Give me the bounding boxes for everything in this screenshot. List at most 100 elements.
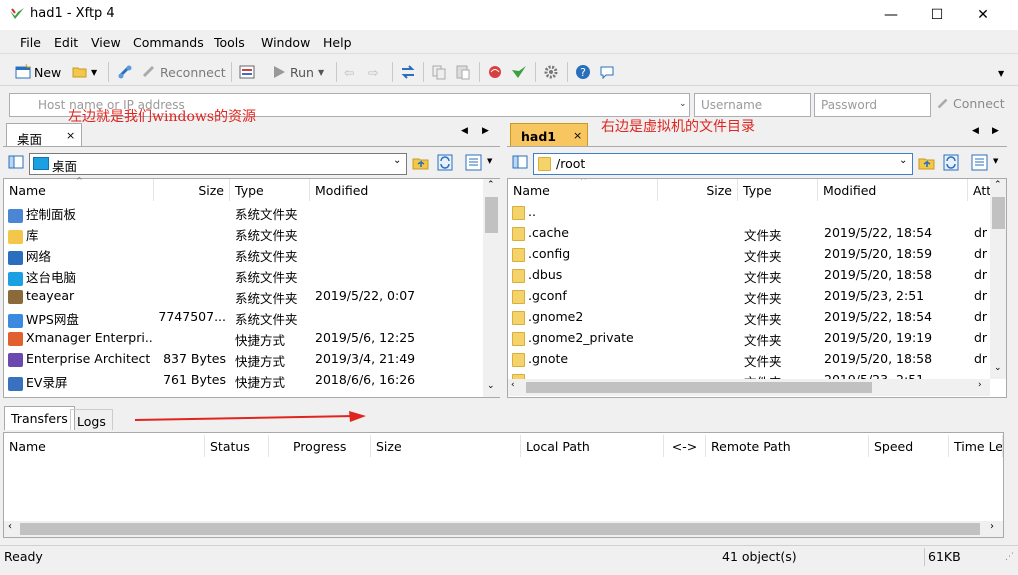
sync-button[interactable] — [400, 63, 419, 81]
col-type[interactable]: Type — [738, 179, 818, 201]
refresh-icon[interactable] — [943, 154, 959, 171]
remote-path-input[interactable]: /root — [533, 153, 913, 175]
col-time-left[interactable]: Time Left — [949, 435, 1003, 457]
menu-view[interactable]: View — [91, 35, 121, 50]
scroll-left-icon[interactable]: ‹ — [511, 380, 515, 390]
scroll-thumb[interactable] — [485, 197, 498, 233]
username-input[interactable]: Username — [694, 93, 811, 117]
menu-commands[interactable]: Commands — [133, 35, 204, 50]
col-speed[interactable]: Speed — [869, 435, 949, 457]
remote-vertical-scrollbar[interactable]: ⌃ ⌄ — [990, 179, 1006, 379]
list-item[interactable]: .gnome2 文件夹 2019/5/22, 18:54 dr — [508, 307, 990, 328]
menu-window[interactable]: Window — [261, 35, 310, 50]
password-input[interactable]: Password — [814, 93, 931, 117]
scroll-right-icon[interactable]: › — [978, 380, 982, 390]
copy-button[interactable] — [431, 63, 450, 81]
scroll-up-icon[interactable]: ⌃ — [994, 180, 1002, 190]
chat-button[interactable] — [599, 63, 618, 81]
list-item[interactable]: .gnote 文件夹 2019/5/20, 18:58 dr — [508, 349, 990, 370]
list-item[interactable]: .dbus 文件夹 2019/5/20, 18:58 dr — [508, 265, 990, 286]
list-item[interactable]: .gnome2_private 文件夹 2019/5/20, 19:19 dr — [508, 328, 990, 349]
col-progress[interactable]: Progress — [269, 435, 371, 457]
disconnect-button[interactable] — [117, 63, 136, 81]
reconnect-button[interactable]: Reconnect — [141, 63, 226, 81]
list-item[interactable]: .. — [508, 202, 990, 223]
toolbar-overflow-icon[interactable]: ▼ — [998, 69, 1004, 78]
scroll-down-icon[interactable]: ⌄ — [994, 363, 1002, 373]
xshell-button[interactable] — [487, 63, 506, 81]
scroll-up-icon[interactable]: ⌃ — [487, 180, 495, 190]
path-dropdown-icon[interactable]: ⌄ — [393, 155, 401, 166]
view-mode-dropdown-icon[interactable]: ▼ — [487, 157, 492, 165]
open-session-button[interactable]: ▼ — [72, 63, 97, 81]
hscroll-thumb[interactable] — [20, 523, 980, 535]
connect-button[interactable]: Connect — [936, 96, 1005, 111]
menu-edit[interactable]: Edit — [54, 35, 78, 50]
col-modified[interactable]: Modified — [818, 179, 968, 201]
forward-button[interactable]: ⇨ — [368, 63, 378, 81]
col-size[interactable]: Size — [154, 179, 230, 201]
paste-button[interactable] — [455, 63, 474, 81]
menu-file[interactable]: File — [20, 35, 41, 50]
host-dropdown-icon[interactable]: ⌄ — [679, 99, 687, 109]
col-size[interactable]: Size — [371, 435, 521, 457]
run-button[interactable]: Run ▼ — [271, 63, 324, 81]
list-item[interactable]: EV录屏 761 Bytes 快捷方式 2018/6/6, 16:26 — [4, 370, 482, 391]
list-item[interactable]: 网络 系统文件夹 — [4, 244, 482, 265]
tab-close-icon[interactable]: × — [66, 129, 75, 142]
maximize-button[interactable]: ☐ — [914, 0, 960, 30]
transfer-horizontal-scrollbar[interactable]: ‹ › — [4, 521, 1003, 537]
pane-layout-icon[interactable] — [512, 155, 528, 169]
list-item[interactable]: .cache 文件夹 2019/5/22, 18:54 dr — [508, 223, 990, 244]
list-item[interactable]: .config 文件夹 2019/5/20, 18:59 dr — [508, 244, 990, 265]
col-type[interactable]: Type — [230, 179, 310, 201]
scroll-right-icon[interactable]: › — [990, 521, 994, 532]
new-session-button[interactable]: New — [15, 63, 61, 81]
local-path-input[interactable]: 桌面 — [29, 153, 407, 175]
scroll-thumb[interactable] — [992, 197, 1005, 229]
path-dropdown-icon[interactable]: ⌄ — [899, 155, 907, 166]
pane-layout-icon[interactable] — [8, 155, 24, 169]
tab-scroll-right-icon[interactable]: ▶ — [992, 126, 999, 136]
xftp-button[interactable] — [511, 63, 530, 81]
col-attributes[interactable]: Att — [968, 179, 992, 201]
list-item[interactable]: Enterprise Architect 837 Bytes 快捷方式 2019/3/… — [4, 349, 482, 370]
options-button[interactable] — [543, 63, 562, 81]
local-vertical-scrollbar[interactable]: ⌃ ⌄ — [483, 179, 500, 397]
col-modified[interactable]: Modified — [310, 179, 484, 201]
col-status[interactable]: Status — [205, 435, 269, 457]
list-item[interactable]: 这台电脑 系统文件夹 — [4, 265, 482, 286]
help-button[interactable]: ? — [575, 63, 594, 81]
list-item[interactable]: Xmanager Enterpri... 快捷方式 2019/5/6, 12:25 — [4, 328, 482, 349]
list-item[interactable]: teayear 系统文件夹 2019/5/22, 0:07 — [4, 286, 482, 307]
col-name[interactable]: Name — [4, 435, 205, 457]
menu-tools[interactable]: Tools — [214, 35, 245, 50]
view-mode-dropdown-icon[interactable]: ▼ — [993, 157, 998, 165]
parent-folder-icon[interactable] — [918, 154, 936, 171]
tab-local-desktop[interactable]: 桌面 × — [6, 123, 82, 147]
view-mode-icon[interactable] — [465, 154, 483, 171]
close-button[interactable]: ✕ — [960, 0, 1006, 30]
col-direction[interactable]: <-> — [664, 435, 706, 457]
back-button[interactable]: ⇦ — [344, 63, 354, 81]
tab-scroll-left-icon[interactable]: ◀ — [972, 126, 979, 136]
remote-horizontal-scrollbar[interactable]: ‹ › — [508, 379, 990, 396]
tab-scroll-left-icon[interactable]: ◀ — [461, 126, 468, 136]
parent-folder-icon[interactable] — [412, 154, 430, 171]
hscroll-thumb[interactable] — [526, 382, 872, 393]
col-remote-path[interactable]: Remote Path — [706, 435, 869, 457]
tab-logs[interactable]: Logs — [70, 409, 113, 430]
list-item[interactable]: .gconf 文件夹 2019/5/23, 2:51 dr — [508, 286, 990, 307]
resize-grip-icon[interactable]: ⋰ — [1005, 552, 1014, 562]
menu-help[interactable]: Help — [323, 35, 352, 50]
list-item[interactable]: WPS网盘 7747507... 系统文件夹 — [4, 307, 482, 328]
refresh-icon[interactable] — [437, 154, 453, 171]
tab-scroll-right-icon[interactable]: ▶ — [482, 126, 489, 136]
col-size[interactable]: Size — [658, 179, 738, 201]
col-local-path[interactable]: Local Path — [521, 435, 664, 457]
list-item[interactable]: 控制面板 系统文件夹 — [4, 202, 482, 223]
scroll-left-icon[interactable]: ‹ — [8, 521, 12, 532]
properties-button[interactable] — [239, 63, 258, 81]
scroll-down-icon[interactable]: ⌄ — [487, 381, 495, 391]
list-item[interactable]: 库 系统文件夹 — [4, 223, 482, 244]
